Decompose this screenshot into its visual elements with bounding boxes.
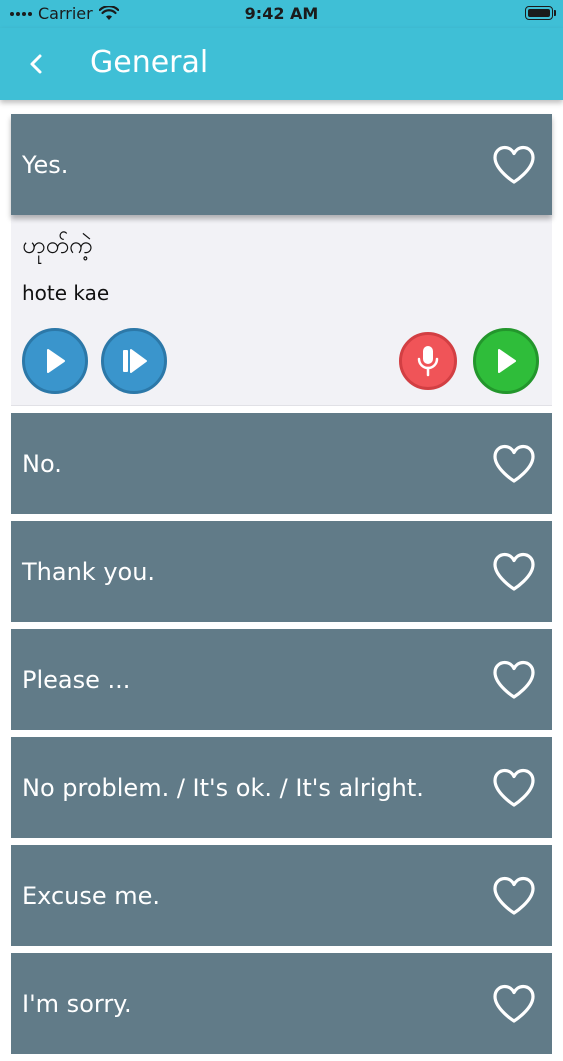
play-icon [47,349,65,373]
playback-recording-button[interactable] [473,328,539,394]
battery-icon [525,6,556,20]
phrase-row[interactable]: Please ... [11,629,552,730]
phrase-row[interactable]: No problem. / It's ok. / It's alright. [11,737,552,838]
record-button[interactable] [399,332,457,390]
heart-outline-icon [493,552,535,591]
phrase-row[interactable]: No. [11,413,552,514]
translation-text: ဟုတ်ကဲ့ [22,231,93,259]
phrase-text: Please ... [22,665,131,694]
phrase-row[interactable]: Excuse me. [11,845,552,946]
play-icon [498,349,516,373]
heart-outline-icon [493,145,535,184]
phrase-list: Yes. ဟုတ်ကဲ့ hote kae No. Thank you. Ple… [11,114,552,1061]
favorite-button[interactable] [490,656,538,704]
favorite-button[interactable] [490,141,538,189]
back-button[interactable] [18,46,54,82]
phrase-row-yes[interactable]: Yes. [11,114,552,215]
heart-outline-icon [493,660,535,699]
step-play-icon [123,349,147,373]
phrase-text: I'm sorry. [22,989,132,1018]
phrase-text: No problem. / It's ok. / It's alright. [22,773,424,802]
favorite-button[interactable] [490,872,538,920]
phrase-text: Excuse me. [22,881,161,910]
heart-outline-icon [493,444,535,483]
favorite-button[interactable] [490,440,538,488]
heart-outline-icon [493,768,535,807]
phrase-text: Thank you. [22,557,156,586]
phrase-text: Yes. [22,150,69,179]
page-title: General [90,45,209,80]
chevron-left-icon [30,54,42,74]
play-audio-button[interactable] [22,328,88,394]
favorite-button[interactable] [490,980,538,1028]
phrase-text: No. [22,449,62,478]
phrase-detail-panel: ဟုတ်ကဲ့ hote kae [11,215,552,406]
status-time: 9:42 AM [244,4,319,23]
favorite-button[interactable] [490,548,538,596]
favorite-button[interactable] [490,764,538,812]
nav-header: General [0,28,563,100]
heart-outline-icon [493,876,535,915]
phrase-row[interactable]: I'm sorry. [11,953,552,1054]
heart-outline-icon [493,984,535,1023]
status-bar: Carrier 9:42 AM [0,0,563,28]
microphone-icon [417,346,439,377]
romanization-text: hote kae [22,281,110,305]
phrase-row[interactable]: Thank you. [11,521,552,622]
slow-play-button[interactable] [101,328,167,394]
